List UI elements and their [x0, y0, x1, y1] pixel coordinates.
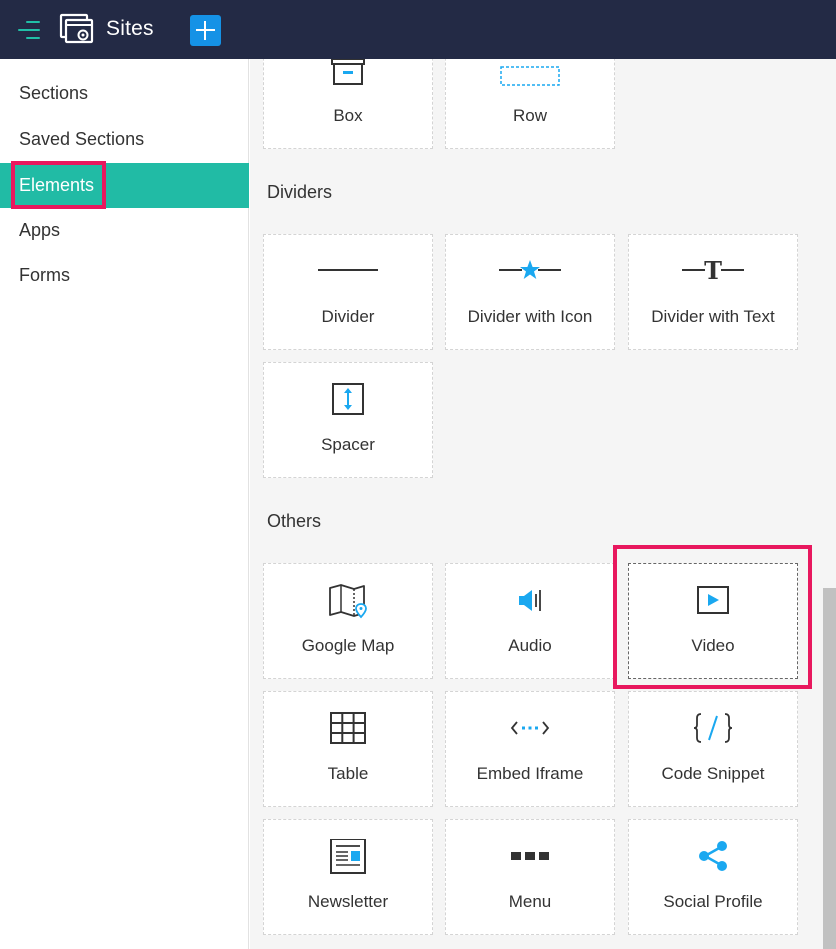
sidebar: Sections Saved Sections Elements Apps Fo…: [0, 59, 249, 949]
app-title: Sites: [106, 17, 154, 40]
element-tile-audio[interactable]: Audio: [445, 563, 615, 679]
share-icon: [693, 839, 733, 879]
element-tile-menu[interactable]: Menu: [445, 819, 615, 935]
element-tile-box[interactable]: Box: [263, 59, 433, 149]
tile-label: Video: [691, 636, 735, 655]
divider-icon: [317, 254, 379, 294]
element-tile-divider[interactable]: Divider: [263, 234, 433, 350]
tile-label: Embed Iframe: [476, 764, 584, 783]
tile-label: Row: [512, 106, 547, 125]
tile-label: Google Map: [301, 636, 395, 655]
sidebar-item-saved-sections[interactable]: Saved Sections: [0, 117, 249, 162]
hamburger-menu-icon[interactable]: [18, 19, 40, 41]
scrollbar-thumb[interactable]: [822, 588, 836, 949]
element-tile-row[interactable]: Row: [445, 59, 615, 149]
tile-label: Divider with Text: [651, 307, 775, 326]
tile-label: Audio: [508, 636, 552, 655]
tile-label: Divider with Icon: [467, 307, 593, 326]
element-tile-video[interactable]: Video: [628, 563, 798, 679]
spacer-icon: [328, 382, 368, 422]
map-icon: [328, 583, 368, 623]
sidebar-item-sections[interactable]: Sections: [0, 71, 249, 116]
tile-label: Newsletter: [307, 892, 389, 911]
svg-text:T: T: [704, 256, 722, 285]
element-tile-embed-iframe[interactable]: Embed Iframe: [445, 691, 615, 807]
top-bar: Sites: [0, 0, 836, 59]
newsletter-icon: [328, 839, 368, 879]
tile-label: Divider: [321, 307, 375, 326]
element-tile-divider-with-icon[interactable]: Divider with Icon: [445, 234, 615, 350]
video-icon: [693, 583, 733, 623]
section-title-dividers: Dividers: [267, 182, 333, 202]
element-tile-spacer[interactable]: Spacer: [263, 362, 433, 478]
tile-label: Menu: [508, 892, 552, 911]
sidebar-item-elements[interactable]: Elements: [0, 163, 249, 208]
elements-panel: Box Row Dividers Divider Divider with Ic…: [250, 59, 822, 949]
row-icon: [500, 59, 560, 93]
menu-icon: [510, 839, 550, 879]
add-button[interactable]: [190, 15, 221, 46]
element-tile-code-snippet[interactable]: Code Snippet: [628, 691, 798, 807]
table-icon: [328, 711, 368, 751]
tile-label: Spacer: [321, 435, 375, 454]
divider-text-icon: T: [681, 254, 745, 294]
tile-label: Box: [333, 106, 363, 125]
tile-label: Social Profile: [663, 892, 763, 911]
tile-label: Table: [327, 764, 369, 783]
embed-icon: [510, 711, 550, 751]
element-tile-google-map[interactable]: Google Map: [263, 563, 433, 679]
element-tile-table[interactable]: Table: [263, 691, 433, 807]
sites-logo-icon: [59, 12, 97, 46]
element-tile-newsletter[interactable]: Newsletter: [263, 819, 433, 935]
sidebar-item-apps[interactable]: Apps: [0, 208, 249, 253]
audio-icon: [510, 583, 550, 623]
box-icon: [328, 59, 368, 93]
section-title-others: Others: [267, 511, 322, 531]
element-tile-divider-with-text[interactable]: T Divider with Text: [628, 234, 798, 350]
element-tile-social-profile[interactable]: Social Profile: [628, 819, 798, 935]
sidebar-item-forms[interactable]: Forms: [0, 253, 249, 298]
code-icon: [693, 711, 733, 751]
divider-star-icon: [498, 254, 562, 294]
tile-label: Code Snippet: [661, 764, 765, 783]
